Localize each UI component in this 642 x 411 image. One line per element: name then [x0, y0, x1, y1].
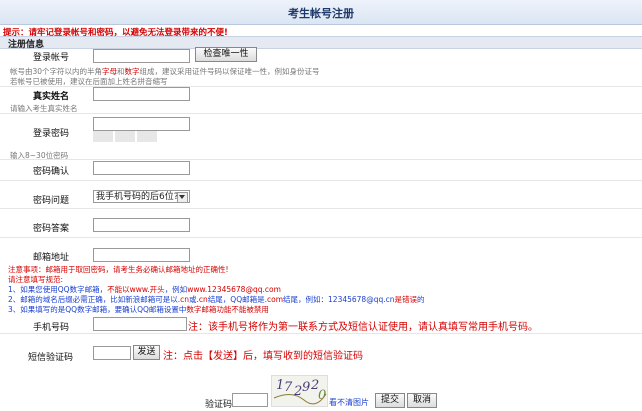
page-header: 考生帐号注册: [0, 0, 642, 25]
rule-highlight: 是: [394, 295, 403, 304]
realname-input[interactable]: [93, 87, 190, 101]
phone-input[interactable]: [93, 317, 187, 331]
divider: [0, 159, 642, 160]
rule-highlight: www.12345678@qq.com: [187, 285, 281, 294]
section-header: 注册信息: [0, 36, 642, 50]
sms-code-input[interactable]: [93, 346, 131, 360]
password-strength-medium: [115, 131, 135, 142]
rule-text: 1、如果您使用QQ数字邮箱，: [8, 285, 108, 294]
divider: [0, 113, 642, 114]
divider: [0, 237, 642, 238]
phone-note: 注：该手机号将作为第一联系方式及短信认证使用，请认真填写常用手机号码。: [188, 322, 538, 333]
divider: [0, 333, 642, 334]
hint-text: 帐号由30个字符以内的半角: [10, 67, 103, 76]
question-selected-value: 我手机号码的后6位?: [96, 192, 179, 202]
rule-text: 结尾，例如：: [283, 295, 329, 304]
chevron-down-icon: [177, 192, 188, 203]
rule-highlight: .cn: [177, 295, 190, 304]
send-sms-button[interactable]: 发送: [133, 345, 160, 360]
rule-text: 12345678@qq.cn: [328, 295, 395, 304]
rule-highlight: 错误: [402, 295, 417, 304]
password-strength-strong: [137, 131, 157, 142]
email-rule-3: 3、如果填写的是QQ数字邮箱，要确认QQ邮箱设置中数字邮箱功能不能被禁用: [8, 304, 269, 315]
divider: [0, 208, 642, 209]
account-input[interactable]: [93, 49, 190, 63]
question-label: 密码问题: [33, 196, 70, 206]
rule-text: ，例如: [164, 285, 188, 294]
captcha-image[interactable]: 1 7 2 9 2 0: [271, 375, 328, 407]
sms-label: 短信验证码: [28, 353, 74, 363]
realname-label: 真实姓名: [33, 92, 70, 102]
captcha-input[interactable]: [232, 393, 268, 407]
email-label: 邮箱地址: [33, 253, 70, 263]
hint-text: 和: [117, 67, 125, 76]
submit-button[interactable]: 提交: [375, 393, 405, 408]
password-input[interactable]: [93, 117, 190, 131]
rule-text: 2、邮箱的域名后缀必需正确，比如新浪邮箱可是以: [8, 295, 178, 304]
hint-highlight: 数字: [124, 67, 140, 76]
email-input[interactable]: [93, 248, 190, 262]
rule-text: 结尾，QQ邮箱是: [207, 295, 265, 304]
divider: [0, 180, 642, 181]
question-select[interactable]: 我手机号码的后6位?: [93, 190, 190, 203]
confirm-input[interactable]: [93, 161, 190, 175]
page-title: 考生帐号注册: [288, 7, 354, 20]
rule-highlight: 不能以www.开头: [107, 285, 165, 294]
account-label: 登录帐号: [33, 53, 70, 63]
rule-text: 或: [189, 295, 197, 304]
hint-highlight: 字母: [102, 67, 118, 76]
password-label: 登录密码: [33, 129, 70, 139]
phone-label: 手机号码: [33, 323, 70, 333]
answer-label: 密码答案: [33, 224, 70, 234]
section-title: 注册信息: [8, 40, 45, 50]
captcha-refresh-link[interactable]: 看不清图片: [329, 397, 369, 408]
rule-text: 3、如果填写的是QQ数字邮箱，要确认QQ邮箱设置中: [8, 305, 187, 314]
rule-text: 的: [417, 295, 425, 304]
hint-text: 组成，建议采用证件号码以保证唯一性，例如身份证号: [139, 67, 320, 76]
captcha-noise: [273, 393, 327, 405]
sms-note: 注：点击【发送】后，填写收到的短信验证码: [163, 351, 363, 362]
password-strength-weak: [93, 131, 113, 142]
rule-highlight: .com: [264, 295, 284, 304]
answer-input[interactable]: [93, 218, 190, 232]
confirm-label: 密码确认: [33, 167, 70, 177]
captcha-label: 验证码: [205, 400, 233, 410]
check-unique-button[interactable]: 检查唯一性: [195, 47, 257, 62]
rule-highlight: 数字邮箱功能不能被禁用: [186, 305, 269, 314]
cancel-button[interactable]: 取消: [407, 393, 437, 408]
rule-highlight: .cn: [196, 295, 208, 304]
